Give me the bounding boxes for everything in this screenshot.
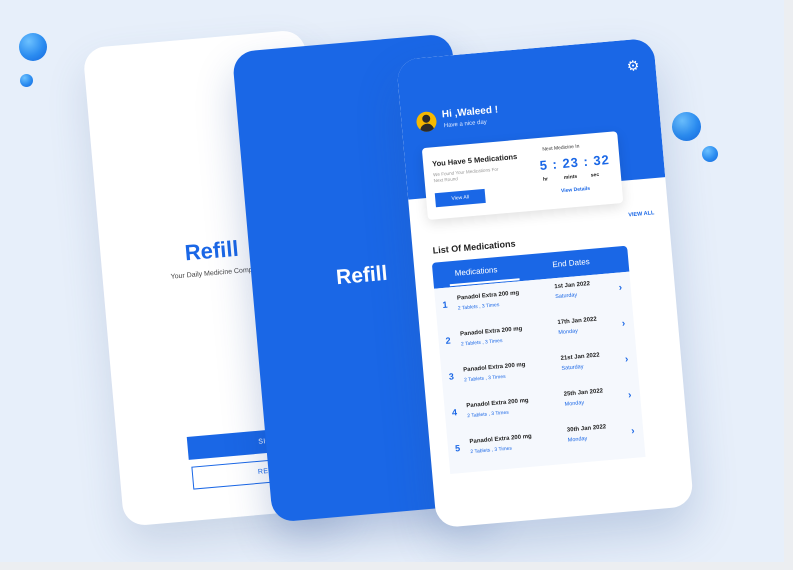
chevron-right-icon[interactable]: › [625, 354, 629, 365]
countdown-timer: 5 : 23 : 32 [539, 151, 611, 173]
medication-name: Panadol Extra 200 mg [466, 397, 529, 410]
end-date: 17th Jan 2022 [557, 316, 598, 327]
medication-dose: 2 Tablets , 3 Times [470, 445, 513, 456]
unit-seconds: sec [590, 171, 600, 179]
chevron-right-icon[interactable]: › [618, 282, 622, 293]
item-number: 2 [445, 335, 452, 346]
decor-bubble [20, 74, 33, 87]
home-screen: ⚙ Hi ,Waleed ! Have a nice day You Have … [396, 37, 694, 529]
avatar[interactable] [415, 110, 438, 133]
showcase-canvas: Refill Your Daily Medicine Compa SIGN IN… [0, 0, 784, 562]
tab-end-dates[interactable]: End Dates [552, 257, 590, 269]
tab-medications[interactable]: Medications [454, 265, 497, 278]
chevron-right-icon[interactable]: › [621, 318, 625, 329]
end-date: 21st Jan 2022 [560, 352, 600, 362]
next-medicine-label: Next Medicine In [542, 143, 580, 153]
item-number: 5 [454, 443, 461, 454]
end-day: Monday [558, 328, 579, 337]
chevron-right-icon[interactable]: › [628, 390, 632, 401]
gear-icon[interactable]: ⚙ [626, 57, 640, 75]
medication-name: Panadol Extra 200 mg [459, 326, 523, 338]
medication-dose: 2 Tablets , 3 Times [467, 409, 510, 420]
end-date: 25th Jan 2022 [563, 388, 604, 398]
item-number: 3 [448, 371, 455, 382]
end-date: 1st Jan 2022 [554, 281, 591, 291]
unit-hours: hr [542, 176, 549, 183]
unit-minutes: mints [563, 173, 578, 181]
decor-bubble [672, 112, 701, 141]
medication-name: Panadol Extra 200 mg [469, 433, 532, 446]
medication-dose: 2 Tablets , 3 Times [463, 373, 506, 384]
end-day: Saturday [561, 363, 584, 372]
view-details-link[interactable]: View Details [561, 186, 591, 195]
item-number: 4 [451, 407, 458, 418]
summary-subtitle: We Found Your Medications For Next Round [432, 166, 499, 184]
view-all-link[interactable]: VIEW ALL [628, 210, 655, 218]
end-date: 30th Jan 2022 [566, 424, 607, 434]
medication-dose: 2 Tablets , 3 Times [460, 337, 503, 348]
end-day: Monday [567, 435, 588, 444]
end-day: Saturday [555, 292, 578, 301]
medication-name: Panadol Extra 200 mg [456, 290, 520, 302]
end-day: Monday [564, 400, 585, 408]
item-number: 1 [442, 299, 448, 310]
view-all-button[interactable]: View All [434, 188, 486, 208]
medication-name: Panadol Extra 200 mg [463, 362, 526, 374]
decor-bubble [702, 146, 718, 162]
list-title: List Of Medications [432, 238, 516, 256]
summary-title: You Have 5 Medications [431, 151, 518, 169]
medication-list: 1 Panadol Extra 200 mg 2 Tablets , 3 Tim… [434, 271, 646, 474]
medication-dose: 2 Tablets , 3 Times [457, 302, 500, 312]
chevron-right-icon[interactable]: › [631, 426, 635, 437]
decor-bubble [19, 33, 47, 61]
